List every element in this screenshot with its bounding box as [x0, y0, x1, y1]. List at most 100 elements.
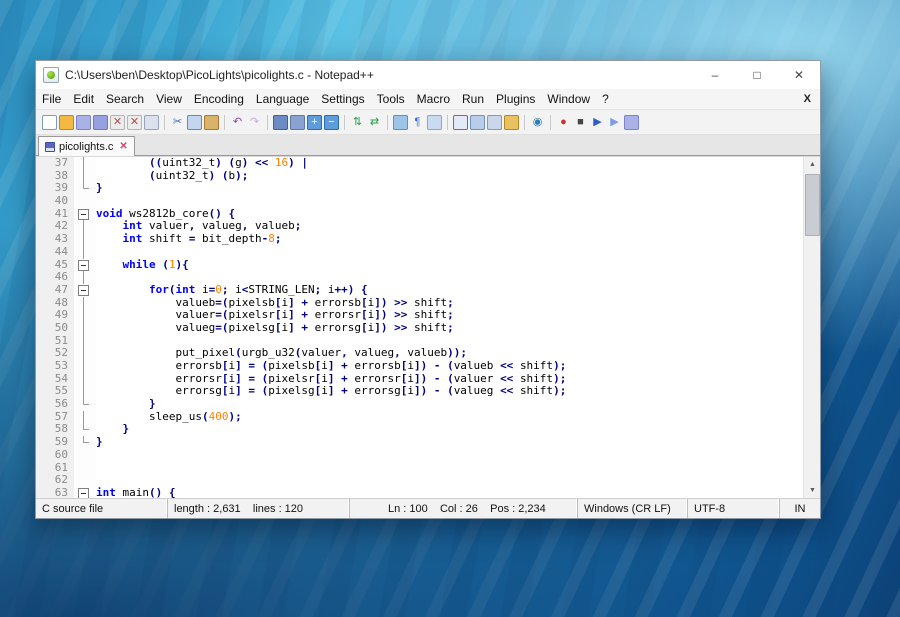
- maximize-button[interactable]: □: [736, 61, 778, 89]
- toolbar-separator: [447, 115, 448, 130]
- undo-icon[interactable]: ↶: [230, 115, 245, 130]
- code-line[interactable]: 38 (uint32_t) (b);: [36, 170, 803, 183]
- tab-label: picolights.c: [59, 141, 113, 153]
- paste-icon[interactable]: [204, 115, 219, 130]
- fold-margin: [74, 436, 96, 449]
- code-text: while (1){: [96, 259, 803, 272]
- toolbar-separator: [387, 115, 388, 130]
- menu-item-edit[interactable]: Edit: [67, 89, 100, 109]
- code-line[interactable]: 61: [36, 462, 803, 475]
- menu-item-run[interactable]: Run: [456, 89, 490, 109]
- minimize-button[interactable]: –: [694, 61, 736, 89]
- code-text: [96, 449, 803, 462]
- copy-icon[interactable]: [187, 115, 202, 130]
- editor-pane[interactable]: 37 ((uint32_t) (g) << 16) |38 (uint32_t)…: [36, 156, 820, 498]
- line-number: 47: [36, 284, 74, 297]
- document-map-icon[interactable]: [470, 115, 485, 130]
- fold-toggle-icon[interactable]: [74, 284, 96, 297]
- save-all-icon[interactable]: [93, 115, 108, 130]
- record-macro-icon[interactable]: ●: [556, 115, 571, 130]
- code-line[interactable]: 50 valueg=(pixelsg[i] + errorsg[i]) >> s…: [36, 322, 803, 335]
- indent-guide-icon[interactable]: [427, 115, 442, 130]
- run-macro-multiple-icon[interactable]: ▶: [607, 115, 622, 130]
- menu-item-window[interactable]: Window: [541, 89, 596, 109]
- tab-picolights[interactable]: picolights.c ✕: [38, 136, 135, 156]
- fold-margin: [74, 360, 96, 373]
- fold-toggle-icon[interactable]: [74, 487, 96, 498]
- print-icon[interactable]: [144, 115, 159, 130]
- code-line[interactable]: 45 while (1){: [36, 259, 803, 272]
- zoom-out-icon[interactable]: −: [324, 115, 339, 130]
- code-line[interactable]: 57 sleep_us(400);: [36, 411, 803, 424]
- document-list-icon[interactable]: [487, 115, 502, 130]
- save-icon[interactable]: [76, 115, 91, 130]
- word-wrap-icon[interactable]: [393, 115, 408, 130]
- scroll-up-arrow[interactable]: ▲: [804, 157, 820, 172]
- redo-icon[interactable]: ↷: [247, 115, 262, 130]
- line-number: 60: [36, 449, 74, 462]
- status-caret-position: Ln : 100 Col : 26 Pos : 2,234: [350, 499, 578, 518]
- sync-vertical-icon[interactable]: ⇅: [350, 115, 365, 130]
- code-text: sleep_us(400);: [96, 411, 803, 424]
- code-text: int main() {: [96, 487, 803, 498]
- toolbar-separator: [550, 115, 551, 130]
- line-number: 62: [36, 474, 74, 487]
- new-file-icon[interactable]: [42, 115, 57, 130]
- fold-margin: [74, 373, 96, 386]
- close-button[interactable]: ✕: [778, 61, 820, 89]
- folder-as-workspace-icon[interactable]: [504, 115, 519, 130]
- code-line[interactable]: 43 int shift = bit_depth-8;: [36, 233, 803, 246]
- zoom-in-icon[interactable]: +: [307, 115, 322, 130]
- monitoring-icon[interactable]: ◉: [530, 115, 545, 130]
- status-length-lines: length : 2,631 lines : 120: [168, 499, 350, 518]
- fold-toggle-icon[interactable]: [74, 259, 96, 272]
- cut-icon[interactable]: ✂: [170, 115, 185, 130]
- fold-margin: [74, 385, 96, 398]
- save-macro-icon[interactable]: [624, 115, 639, 130]
- menu-item-language[interactable]: Language: [250, 89, 315, 109]
- sync-horizontal-icon[interactable]: ⇄: [367, 115, 382, 130]
- fold-margin: [74, 182, 96, 195]
- menu-item-file[interactable]: File: [36, 89, 67, 109]
- menu-item-tools[interactable]: Tools: [371, 89, 411, 109]
- scroll-down-arrow[interactable]: ▼: [804, 483, 820, 498]
- menu-item-plugins[interactable]: Plugins: [490, 89, 541, 109]
- fold-margin: [74, 246, 96, 259]
- code-text: }: [96, 436, 803, 449]
- code-line[interactable]: 63int main() {: [36, 487, 803, 498]
- open-folder-icon[interactable]: [59, 115, 74, 130]
- menu-item-help[interactable]: ?: [596, 89, 615, 109]
- fold-margin: [74, 157, 96, 170]
- code-line[interactable]: 60: [36, 449, 803, 462]
- tab-close-icon[interactable]: ✕: [119, 141, 127, 152]
- replace-icon[interactable]: [290, 115, 305, 130]
- fold-toggle-icon[interactable]: [74, 208, 96, 221]
- fold-margin: [74, 462, 96, 475]
- menu-item-macro[interactable]: Macro: [411, 89, 456, 109]
- code-line[interactable]: 58 }: [36, 423, 803, 436]
- title-bar[interactable]: C:\Users\ben\Desktop\PicoLights\picoligh…: [36, 61, 820, 89]
- play-macro-icon[interactable]: ▶: [590, 115, 605, 130]
- fold-margin: [74, 233, 96, 246]
- close-all-icon[interactable]: ✕: [127, 115, 142, 130]
- fold-margin: [74, 423, 96, 436]
- menu-item-search[interactable]: Search: [100, 89, 150, 109]
- menu-item-encoding[interactable]: Encoding: [188, 89, 250, 109]
- show-all-characters-icon[interactable]: ¶: [410, 115, 425, 130]
- vertical-scrollbar[interactable]: ▲ ▼: [803, 157, 820, 498]
- menu-item-view[interactable]: View: [150, 89, 188, 109]
- line-number: 43: [36, 233, 74, 246]
- code-line[interactable]: 59}: [36, 436, 803, 449]
- close-file-icon[interactable]: ✕: [110, 115, 125, 130]
- find-icon[interactable]: [273, 115, 288, 130]
- scroll-thumb[interactable]: [805, 174, 820, 236]
- notepadpp-window: C:\Users\ben\Desktop\PicoLights\picoligh…: [35, 60, 821, 519]
- stop-macro-icon[interactable]: ■: [573, 115, 588, 130]
- function-list-icon[interactable]: [453, 115, 468, 130]
- fold-margin: [74, 322, 96, 335]
- code-line[interactable]: 39}: [36, 182, 803, 195]
- menu-close-button[interactable]: X: [795, 93, 820, 105]
- fold-margin: [74, 220, 96, 233]
- toolbar-separator: [224, 115, 225, 130]
- menu-item-settings[interactable]: Settings: [315, 89, 370, 109]
